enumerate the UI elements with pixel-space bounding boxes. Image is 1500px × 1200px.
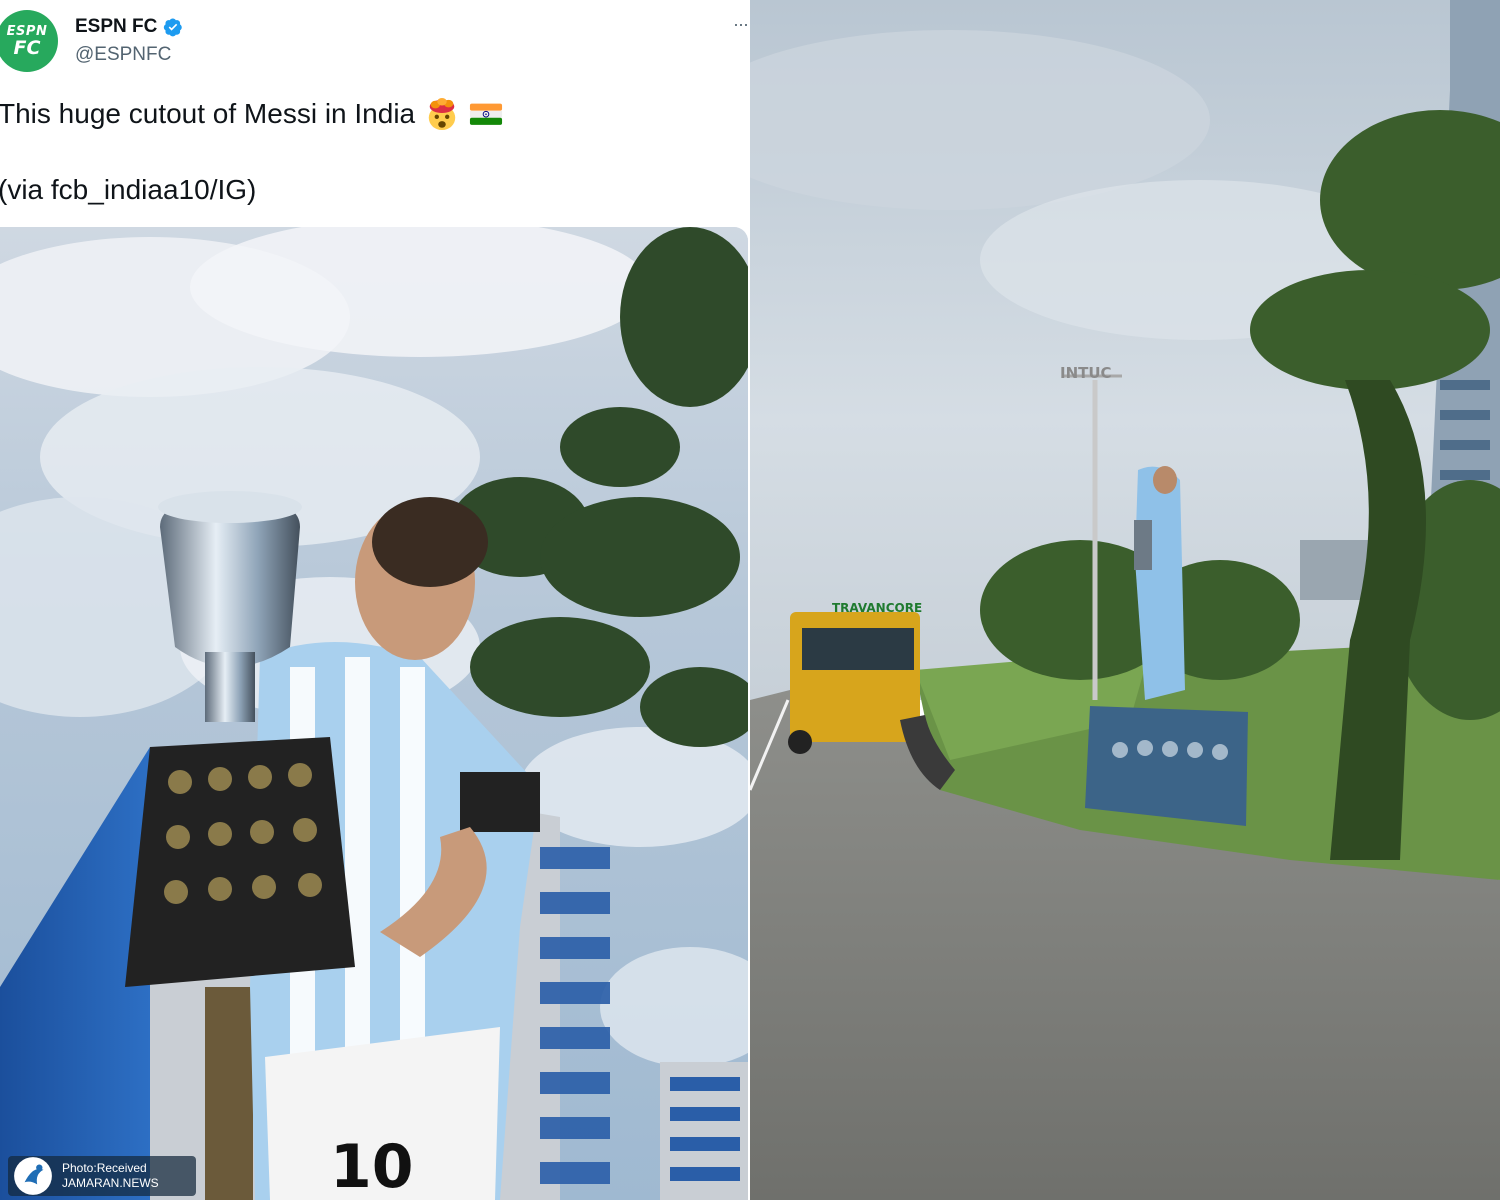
street-scene-image: INTUC TRAVANCORE [750, 0, 1500, 1200]
messi-cutout-photo: 10 [0, 227, 748, 1200]
jamaran-logo-icon [14, 1157, 52, 1195]
tweet-card: ESPN FC ESPN FC @ESPNFC ··· This huge cu… [0, 0, 750, 1200]
avatar-logo-text: ESPN [6, 23, 48, 39]
verified-badge-icon [164, 18, 183, 37]
tweet-text-line1: This huge cutout of Messi in India [0, 96, 503, 132]
author-name-row: ESPN FC [75, 16, 183, 38]
watermark-line2: JAMARAN.NEWS [62, 1176, 159, 1190]
tweet-header: ESPN FC ESPN FC @ESPNFC ··· [0, 6, 750, 76]
tweet-body-text: This huge cutout of Messi in India [0, 98, 416, 129]
bus-sign-text: TRAVANCORE [832, 601, 922, 615]
tower-sign-text: INTUC [1060, 364, 1112, 382]
avatar[interactable]: ESPN FC [0, 10, 58, 72]
svg-text:10: 10 [330, 1132, 414, 1200]
tweet-credit-text: (via fcb_indiaa10/IG) [0, 174, 257, 205]
street-photo: INTUC TRAVANCORE [750, 0, 1500, 1200]
india-flag-emoji-icon [470, 103, 503, 125]
watermark-line1: Photo:Received [62, 1161, 147, 1175]
handle[interactable]: @ESPNFC [75, 44, 171, 66]
avatar-logo-text-fc: FC [13, 36, 41, 59]
display-name[interactable]: ESPN FC [75, 16, 157, 38]
more-options-icon[interactable]: ··· [733, 14, 749, 35]
photo-watermark: Photo:Received JAMARAN.NEWS [8, 1156, 196, 1196]
exploding-head-emoji-icon [428, 97, 456, 131]
watermark-text: Photo:Received JAMARAN.NEWS [62, 1161, 159, 1191]
tweet-media-image[interactable]: 10 [0, 227, 748, 1200]
